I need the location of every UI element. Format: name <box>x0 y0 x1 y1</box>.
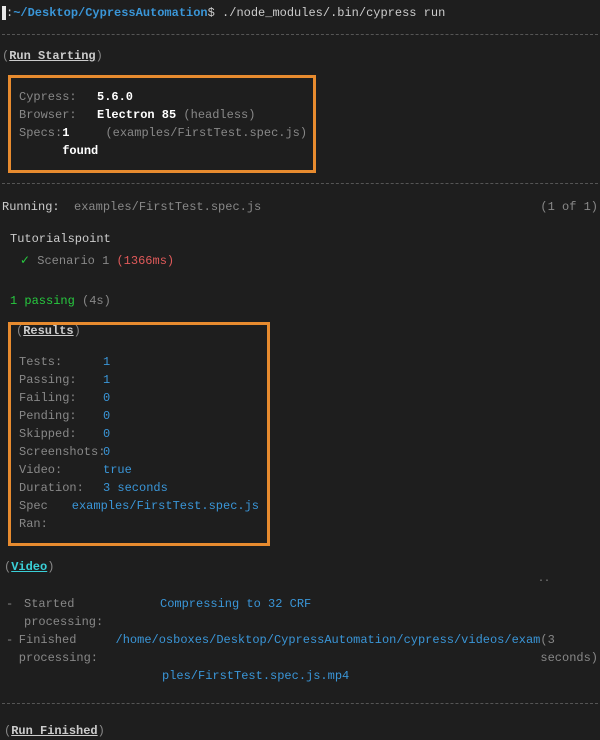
prompt-dollar: $ <box>208 6 215 20</box>
dots: .. <box>4 572 598 587</box>
test-line: ✓ Scenario 1 (1366ms) <box>20 252 598 270</box>
divider <box>2 183 598 184</box>
video-started-row: - Started processing: Compressing to 32 … <box>6 595 598 631</box>
results-screenshots: Screenshots:0 <box>19 443 259 461</box>
cypress-version-row: Cypress: 5.6.0 <box>19 88 305 106</box>
terminal-prompt: :~/Desktop/CypressAutomation$ ./node_mod… <box>2 0 598 30</box>
video-finished-row: - Finished processing: /home/osboxes/Des… <box>6 631 598 667</box>
results-duration: Duration:3 seconds <box>19 479 259 497</box>
cwd-path: ~/Desktop/CypressAutomation <box>13 6 207 20</box>
browser-row: Browser: Electron 85 (headless) <box>19 106 305 124</box>
results-passing: Passing:1 <box>19 371 259 389</box>
run-starting-box: Cypress: 5.6.0 Browser: Electron 85 (hea… <box>8 75 316 173</box>
run-starting-heading: (Run Starting) <box>2 47 598 65</box>
suite-name: Tutorialspoint <box>10 230 596 248</box>
results-specran: Spec Ran:examples/FirstTest.spec.js <box>19 497 259 533</box>
results-skipped: Skipped:0 <box>19 425 259 443</box>
command-input[interactable]: ./node_modules/.bin/cypress run <box>222 6 445 20</box>
divider <box>2 703 598 704</box>
results-box: Tests:1 Passing:1 Failing:0 Pending:0 Sk… <box>8 322 270 546</box>
video-finished-wrap: ples/FirstTest.spec.js.mp4 <box>6 667 598 685</box>
specs-row: Specs: 1 found (examples/FirstTest.spec.… <box>19 124 305 160</box>
divider <box>2 34 598 35</box>
running-line: Running: examples/FirstTest.spec.js (1 o… <box>2 198 598 216</box>
passing-summary: 1 passing (4s) <box>10 292 598 310</box>
run-finished-heading: (Run Finished) <box>4 722 598 740</box>
results-pending: Pending:0 <box>19 407 259 425</box>
results-failing: Failing:0 <box>19 389 259 407</box>
results-video: Video:true <box>19 461 259 479</box>
check-icon: ✓ <box>20 254 30 268</box>
results-tests: Tests:1 <box>19 353 259 371</box>
